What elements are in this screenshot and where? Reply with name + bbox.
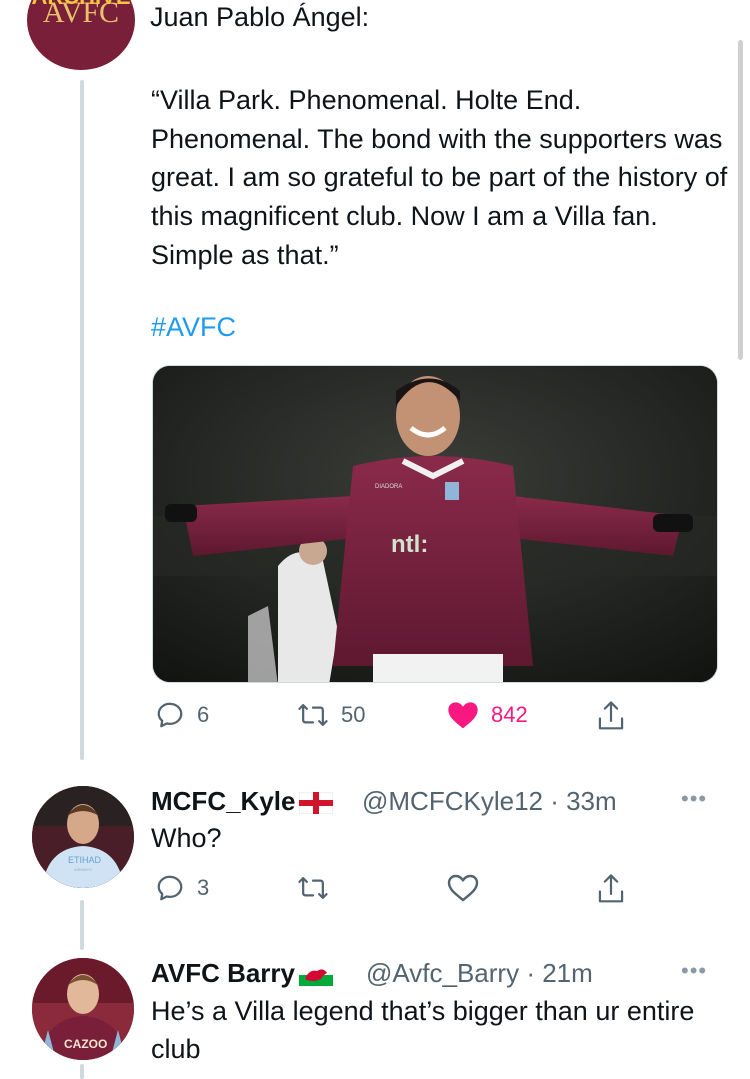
more-options-icon[interactable]: ••• [681,786,707,812]
thread-line [80,80,84,760]
avatar-shirt-text: CAZOO [64,1037,107,1051]
share-icon [598,874,624,903]
photo-kit-brand-text: DIADORA [375,484,402,490]
avatar-image: CAZOO [32,958,134,1060]
tweet-author-line: Juan Pablo Ángel: [150,2,370,32]
reply-author-name[interactable]: AVFC Barry [151,958,334,989]
reply-author-name-text: MCFC_Kyle [151,786,296,816]
share-action[interactable] [596,700,626,732]
england-flag-icon [299,792,334,815]
retweet-action[interactable]: 50 [297,700,365,730]
like-count: 842 [491,702,528,727]
avatar-avfc-archive[interactable]: AVFC ARCHIVE [27,0,135,70]
avatar-shirt-subtext: AIRWAYS [74,867,92,872]
photo-image: ntl: DIADORA [153,366,717,682]
heart-outline-icon [447,874,479,902]
reply-author-name-text: AVFC Barry [151,958,296,988]
avatar-shirt-text: ETIHAD [68,855,102,865]
reply-count: 6 [197,702,210,727]
reply-handle-line: @Avfc_Barry · 21m [366,958,593,989]
reply-text: Who? [151,823,222,853]
thread-line-reply-2 [80,1064,84,1079]
reply-author-name[interactable]: MCFC_Kyle [151,786,334,817]
reply-handle[interactable]: @MCFCKyle12 [362,786,543,816]
reply-text: He’s a Villa legend that’s bigger than u… [151,996,695,1064]
retweet-count: 50 [341,702,366,727]
reply-action[interactable]: 3 [155,873,209,903]
like-action[interactable]: 842 [447,700,528,730]
reply-handle-line: @MCFCKyle12 · 33m [362,786,617,817]
reply-handle[interactable]: @Avfc_Barry [366,958,519,988]
reply-icon [157,702,183,728]
retweet-action[interactable] [297,873,329,903]
tweet-photo[interactable]: ntl: DIADORA [152,365,718,683]
avatar-avfc-barry[interactable]: CAZOO [32,958,134,1060]
reply-count: 3 [197,875,210,900]
reply-action[interactable]: 6 [155,700,209,730]
avatar-mcfc-kyle[interactable]: ETIHAD AIRWAYS [32,786,134,888]
photo-sponsor-text: ntl: [391,531,428,558]
reply-icon [157,875,183,901]
avatar-image: ETIHAD AIRWAYS [32,786,134,888]
heart-filled-icon [448,702,478,729]
tweet-text: “Villa Park. Phenomenal. Holte End. Phen… [151,85,728,270]
scrollbar[interactable] [738,40,743,360]
wales-flag-icon [299,964,334,987]
retweet-icon [298,704,328,726]
share-icon [598,701,624,730]
reply-time[interactable]: · 33m [550,786,616,816]
share-action[interactable] [596,873,626,905]
more-options-icon[interactable]: ••• [681,958,707,984]
avatar-logo-subtext: ARCHIVE [27,0,135,10]
like-action[interactable] [447,873,479,903]
thread-line-reply [80,900,84,950]
hashtag-link[interactable]: #AVFC [151,312,236,343]
retweet-icon [298,877,328,899]
reply-time[interactable]: · 21m [526,958,592,988]
